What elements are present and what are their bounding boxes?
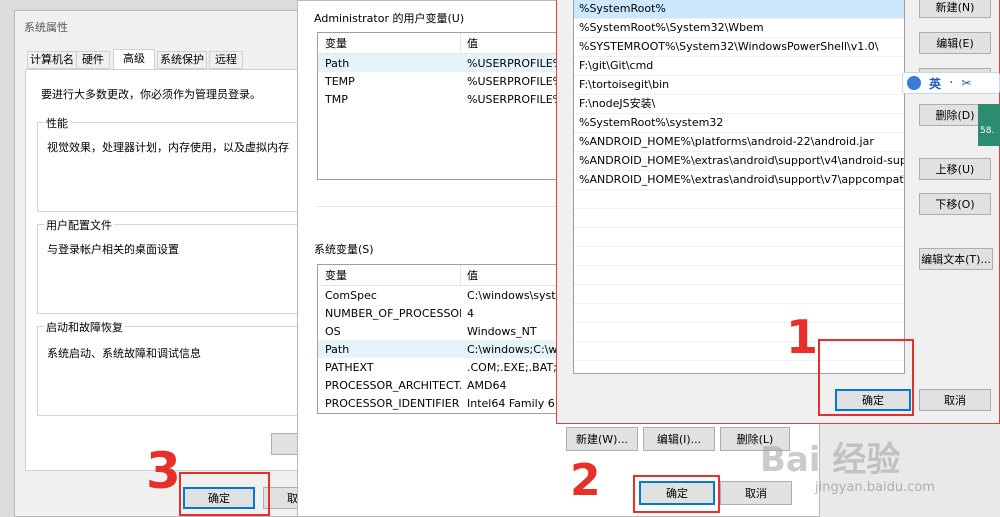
col-variable[interactable]: 变量 [318,267,460,283]
annotation-box-3 [179,472,270,516]
ime-avatar-icon[interactable] [907,76,921,90]
tab-hardware[interactable]: 硬件 [76,51,110,69]
path-entry[interactable] [574,209,904,228]
path-entry[interactable]: F:\git\Git\cmd [574,57,904,76]
user-profiles-desc: 与登录帐户相关的桌面设置 [47,243,179,256]
path-edit-button[interactable]: 编辑(E) [919,32,991,54]
ime-lang[interactable]: 英 [929,75,941,92]
advanced-tab-panel: 要进行大多数更改，你必须作为管理员登录。 性能 视觉效果，处理器计划，内存使用，… [25,69,311,471]
annotation-box-2 [633,475,720,513]
performance-desc: 视觉效果，处理器计划，内存使用，以及虚拟内存 [47,141,289,154]
path-entry[interactable]: %ANDROID_HOME%\extras\android\support\v7… [574,171,904,190]
path-entry[interactable]: F:\tortoisegit\bin [574,76,904,95]
path-edit-text-button[interactable]: 编辑文本(T)... [919,248,993,270]
tab-strip: 计算机名 硬件 高级 系统保护 远程 [23,49,303,70]
network-speed-widget: 58. [978,104,1000,146]
tab-system-protection[interactable]: 系统保护 [157,51,207,69]
path-entry[interactable] [574,304,904,323]
startup-recovery-title: 启动和故障恢复 [44,319,125,335]
sys-edit-button[interactable]: 编辑(I)... [643,427,715,451]
sys-new-button[interactable]: 新建(W)... [566,427,638,451]
system-properties-dialog: 系统属性 计算机名 硬件 高级 系统保护 远程 要进行大多数更改，你必须作为管理… [14,10,314,517]
user-profiles-group: 用户配置文件 与登录帐户相关的桌面设置 [37,217,307,314]
path-entry[interactable]: %SystemRoot%\System32\Wbem [574,19,904,38]
path-entry[interactable]: %SystemRoot% [574,0,904,19]
path-entry[interactable] [574,190,904,209]
ime-toolbar[interactable]: 英 · ✂ [902,72,1000,94]
annotation-box-1 [818,339,914,416]
tab-remote[interactable]: 远程 [209,51,243,69]
path-entry[interactable] [574,247,904,266]
path-entries-list[interactable]: %SystemRoot% %SystemRoot%\System32\Wbem %S… [573,0,905,374]
path-entry[interactable]: %ANDROID_HOME%\platforms\android-22\andr… [574,133,904,152]
admin-note: 要进行大多数更改，你必须作为管理员登录。 [41,88,261,101]
col-variable[interactable]: 变量 [318,35,460,51]
startup-recovery-desc: 系统启动、系统故障和调试信息 [47,347,201,360]
path-entry[interactable]: F:\nodeJS安装\ [574,95,904,114]
baidu-watermark: Bai 经验 [760,440,901,480]
annotation-number-2: 2 [570,455,601,506]
startup-recovery-group: 启动和故障恢复 系统启动、系统故障和调试信息 [37,319,307,416]
performance-group: 性能 视觉效果，处理器计划，内存使用，以及虚拟内存 [37,115,307,212]
path-entry[interactable] [574,285,904,304]
path-entry[interactable]: %SystemRoot%\system32 [574,114,904,133]
dialog-title: 系统属性 [24,21,68,34]
network-speed-text: 58. [980,126,995,136]
tab-advanced[interactable]: 高级 [113,49,155,70]
performance-title: 性能 [44,115,70,131]
sys-vars-title: 系统变量(S) [314,243,374,256]
tab-computer-name[interactable]: 计算机名 [27,51,77,69]
path-move-up-button[interactable]: 上移(U) [919,158,991,180]
env-cancel-button[interactable]: 取消 [720,481,792,505]
path-entry[interactable]: %ANDROID_HOME%\extras\android\support\v4… [574,152,904,171]
path-entry[interactable]: %SYSTEMROOT%\System32\WindowsPowerShell\… [574,38,904,57]
path-new-button[interactable]: 新建(N) [919,0,991,18]
path-move-down-button[interactable]: 下移(O) [919,193,991,215]
ime-mic-icon[interactable]: · [949,75,953,91]
baidu-watermark-url: jingyan.baidu.com [815,480,935,495]
edit-path-dialog: %SystemRoot% %SystemRoot%\System32\Wbem %S… [556,0,1000,424]
annotation-number-3: 3 [146,442,181,500]
annotation-number-1: 1 [786,310,819,364]
path-cancel-button[interactable]: 取消 [919,389,991,411]
user-vars-title: Administrator 的用户变量(U) [314,12,465,25]
path-entry[interactable] [574,266,904,285]
path-rows: %SystemRoot% %SystemRoot%\System32\Wbem %S… [574,0,904,373]
ime-scissors-icon[interactable]: ✂ [961,76,971,90]
path-entry[interactable] [574,228,904,247]
user-profiles-title: 用户配置文件 [44,217,114,233]
